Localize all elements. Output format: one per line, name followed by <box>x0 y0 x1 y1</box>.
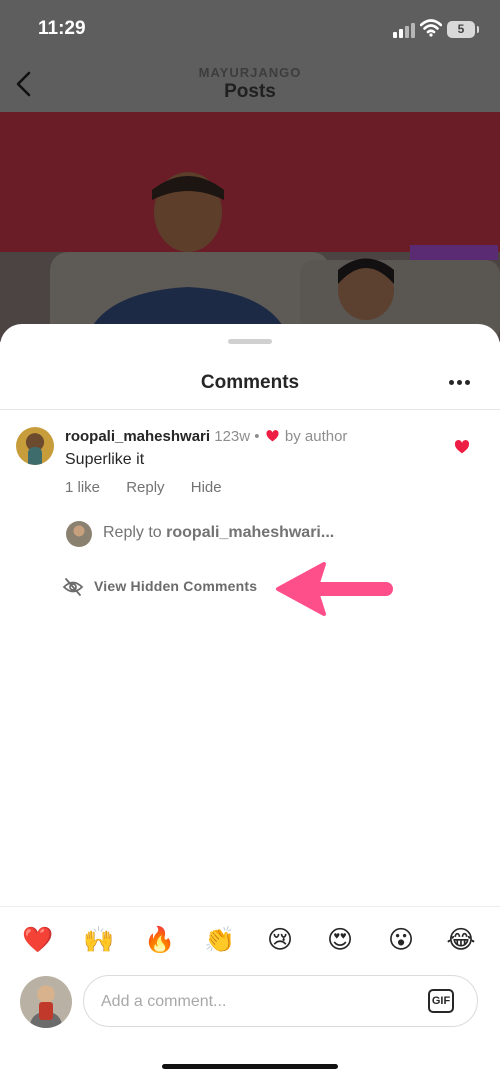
posts-header: MAYURJANGO Posts <box>0 60 500 112</box>
comment-likes-link[interactable]: 1 like <box>65 479 100 496</box>
header-title: Posts <box>224 81 276 102</box>
cellular-signal-icon <box>393 22 417 38</box>
composer-divider <box>0 906 500 907</box>
comment-separator: • <box>254 428 260 445</box>
comment-hide-button[interactable]: Hide <box>191 479 222 496</box>
battery-icon: 5 <box>447 21 475 38</box>
comments-title: Comments <box>200 372 300 393</box>
comments-sheet: Comments roopali_maheshwari 123w • by au… <box>0 324 500 1080</box>
pointer-arrow-annotation <box>276 562 393 616</box>
comment-header: roopali_maheshwari 123w • by author <box>65 428 347 445</box>
add-comment-input[interactable] <box>99 976 423 1028</box>
emoji-red-heart[interactable]: ❤️ <box>20 922 56 958</box>
comment-composer[interactable]: GIF <box>83 975 478 1028</box>
reply-to-field[interactable]: Reply to roopali_maheshwari... <box>103 524 334 542</box>
reply-to-username: roopali_maheshwari... <box>166 524 335 541</box>
emoji-raised-hands[interactable]: 🙌 <box>81 922 117 958</box>
status-time: 11:29 <box>38 18 86 39</box>
emoji-clapping-hands[interactable]: 👏 <box>202 922 238 958</box>
header-username: MAYURJANGO <box>198 65 302 80</box>
liked-by-author-label: by author <box>284 428 348 445</box>
eye-off-icon <box>62 578 84 596</box>
view-hidden-comments-label: View Hidden Comments <box>94 578 258 594</box>
comment-reply-button[interactable]: Reply <box>126 479 164 496</box>
battery-tip <box>477 26 479 33</box>
post-photo <box>0 112 500 342</box>
author-liked-heart-icon <box>266 430 279 442</box>
reply-to-prefix: Reply to <box>103 524 162 541</box>
emoji-tears-of-joy[interactable]: 😂 <box>443 922 479 958</box>
emoji-reaction-row: ❤️ 🙌 🔥 👏 😢 😍 😮 😂 <box>0 922 500 958</box>
gif-button[interactable]: GIF <box>428 989 454 1013</box>
wifi-icon <box>420 19 442 37</box>
comment-username[interactable]: roopali_maheshwari <box>65 428 210 445</box>
status-bar: 11:29 5 <box>0 0 500 60</box>
home-indicator[interactable] <box>162 1064 338 1069</box>
comment-text: Superlike it <box>65 451 145 468</box>
reply-avatar <box>66 521 92 547</box>
comment-actions: 1 like Reply Hide <box>65 479 244 496</box>
commenter-avatar[interactable] <box>16 427 54 465</box>
comment-like-heart-icon[interactable] <box>454 440 470 454</box>
emoji-heart-eyes[interactable]: 😍 <box>322 922 358 958</box>
emoji-crying-face[interactable]: 😢 <box>262 922 298 958</box>
more-options-icon[interactable] <box>446 372 474 392</box>
sheet-drag-handle[interactable] <box>228 339 272 344</box>
emoji-surprised-face[interactable]: 😮 <box>383 922 419 958</box>
header-divider <box>0 409 500 410</box>
comment-age: 123w <box>214 428 251 445</box>
current-user-avatar <box>20 976 72 1028</box>
emoji-fire[interactable]: 🔥 <box>142 922 178 958</box>
